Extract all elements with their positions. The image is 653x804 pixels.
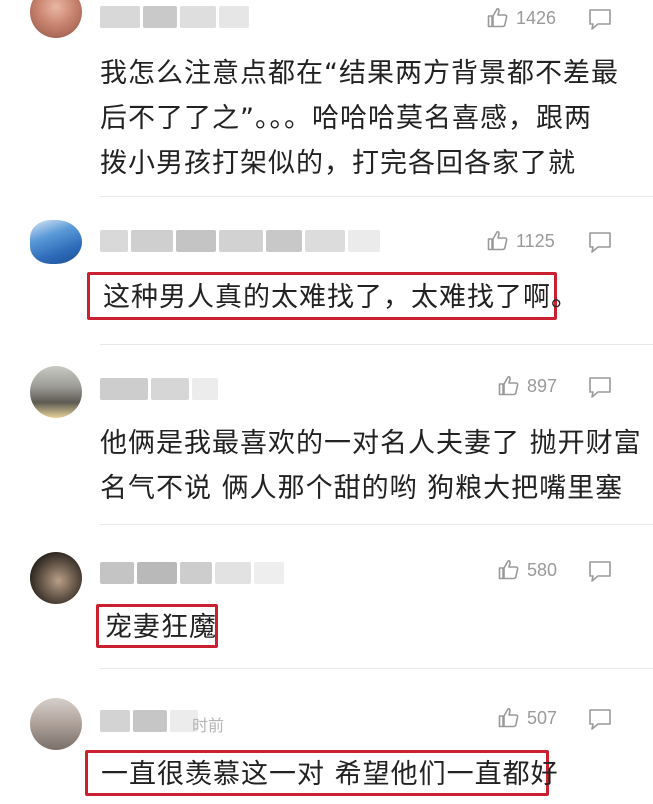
comment-text: 一直很羡慕这一对 希望他们一直都好: [101, 759, 559, 790]
username-blurred[interactable]: [100, 378, 221, 404]
comment-text-line: 他俩是我最喜欢的一对名人夫妻了 抛开财富: [100, 428, 642, 459]
username-blurred[interactable]: [100, 710, 201, 736]
thumbs-up-icon: [498, 375, 519, 396]
avatar[interactable]: [30, 698, 82, 750]
avatar[interactable]: [30, 0, 82, 38]
timestamp-fragment: 时前: [192, 716, 225, 735]
like-count: 1426: [516, 7, 557, 28]
comment-item: 1125 这种男人真的太难找了，太难找了啊。: [0, 196, 653, 344]
comment-item: 580 宠妻狂魔: [0, 524, 653, 668]
like-button[interactable]: 580: [497, 558, 557, 582]
comment-text: 宠妻狂魔: [105, 612, 217, 643]
like-button[interactable]: 1125: [486, 229, 555, 253]
comment-item: 时前 507 一直很羡慕这一对 希望他们一直都好: [0, 668, 653, 804]
comment-text-line: 拨小男孩打架似的，打完各回各家了就: [100, 148, 576, 179]
thumbs-up-icon: [487, 7, 508, 28]
like-count: 507: [527, 707, 558, 728]
like-count: 580: [527, 559, 558, 580]
username-blurred[interactable]: [100, 230, 383, 256]
highlight-box: 这种男人真的太难找了，太难找了啊。: [87, 272, 579, 320]
username-blurred[interactable]: [100, 6, 252, 32]
comment-text-line: 后不了了之”。。。哈哈哈莫名喜感，跟两: [100, 103, 592, 134]
reply-icon[interactable]: [587, 375, 613, 399]
highlight-box: 一直很羡慕这一对 希望他们一直都好: [85, 750, 559, 796]
comment-item: 897 他俩是我最喜欢的一对名人夫妻了 抛开财富 名气不说 俩人那个甜的哟 狗粮…: [0, 344, 653, 524]
avatar[interactable]: [30, 552, 82, 604]
comment-item: 1426 我怎么注意点都在“结果两方背景都不差最 后不了了之”。。。哈哈哈莫名喜…: [0, 0, 653, 196]
comment-text-line: 我怎么注意点都在“结果两方背景都不差最: [100, 58, 619, 89]
like-button[interactable]: 507: [497, 706, 557, 730]
avatar[interactable]: [30, 366, 82, 418]
thumbs-up-icon: [498, 707, 519, 728]
like-button[interactable]: 1426: [486, 6, 556, 30]
reply-icon[interactable]: [587, 7, 613, 31]
comment-text: 这种男人真的太难找了，太难找了啊。: [103, 282, 579, 313]
reply-icon[interactable]: [587, 559, 613, 583]
comment-text-line: 名气不说 俩人那个甜的哟 狗粮大把嘴里塞: [100, 473, 624, 504]
like-count: 1125: [516, 230, 555, 251]
thumbs-up-icon: [498, 559, 519, 580]
username-blurred[interactable]: [100, 562, 287, 588]
like-button[interactable]: 897: [497, 374, 557, 398]
highlight-box: 宠妻狂魔: [96, 604, 218, 648]
like-count: 897: [527, 375, 558, 396]
avatar[interactable]: [30, 220, 82, 264]
thumbs-up-icon: [487, 230, 508, 251]
reply-icon[interactable]: [587, 230, 613, 254]
comment-feed: 1426 我怎么注意点都在“结果两方背景都不差最 后不了了之”。。。哈哈哈莫名喜…: [0, 0, 653, 804]
reply-icon[interactable]: [587, 707, 613, 731]
